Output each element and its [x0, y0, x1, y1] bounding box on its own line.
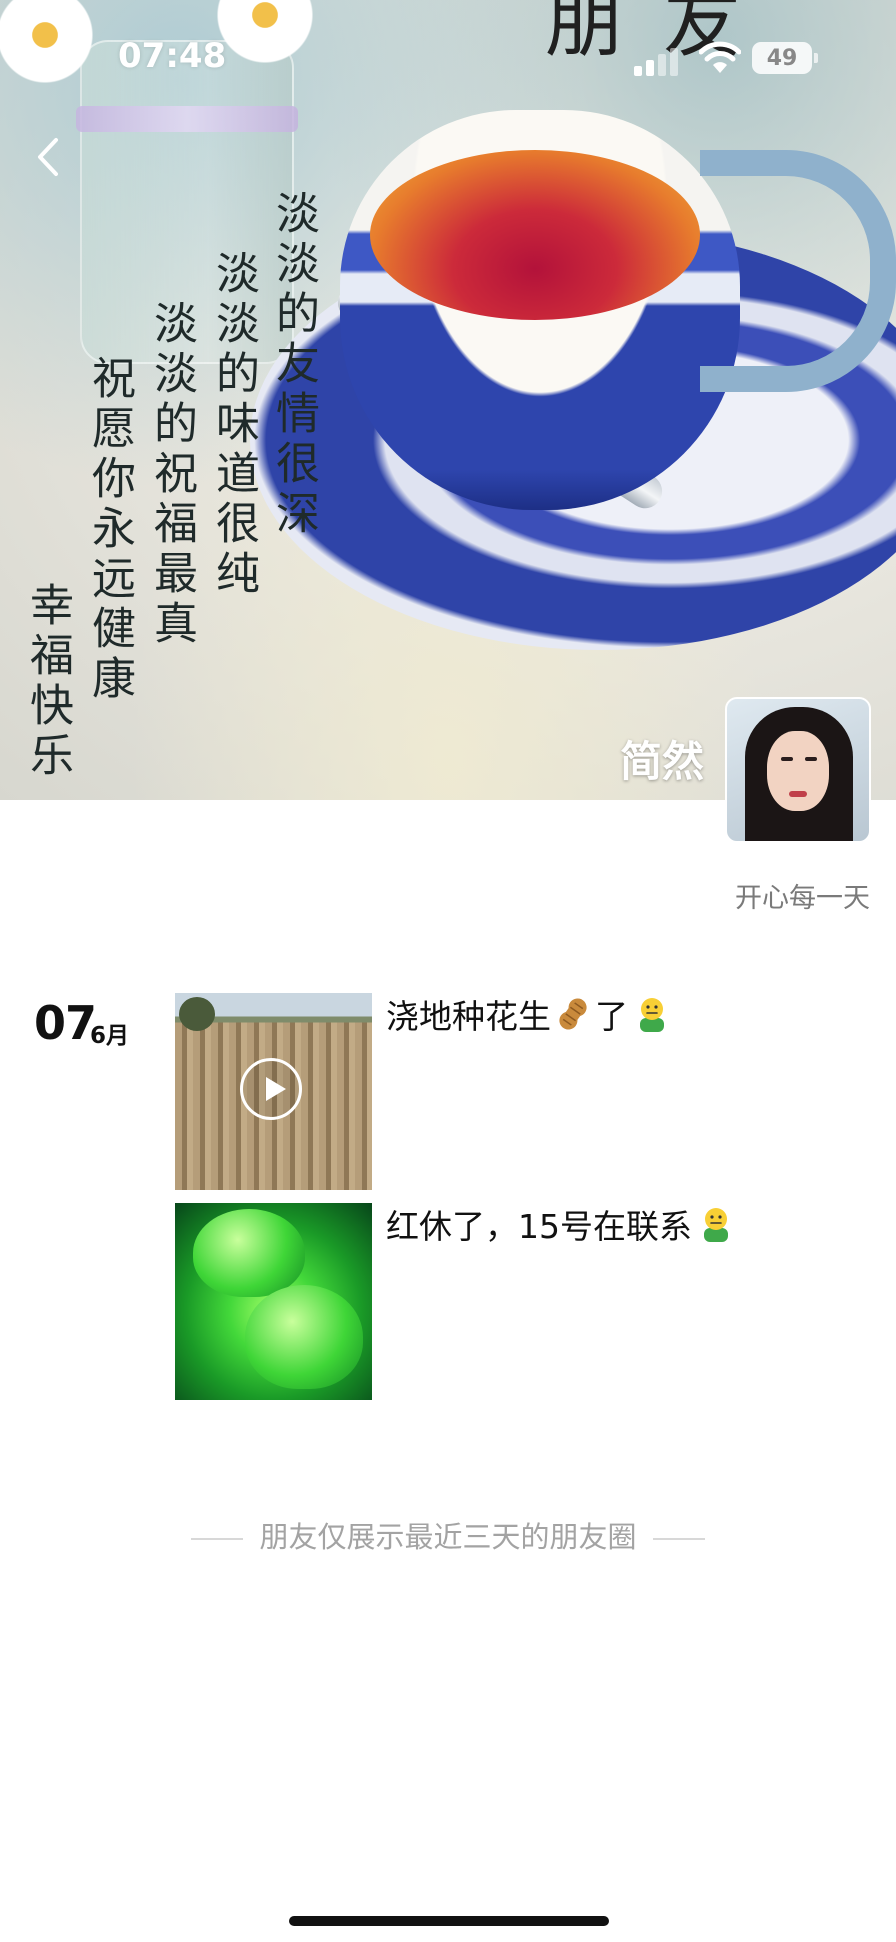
back-icon[interactable] [28, 132, 68, 182]
profile-nickname: 简然 [619, 737, 704, 786]
face-icon [640, 998, 664, 1032]
date-day: 07 [34, 996, 97, 1050]
poem-line: 祝愿你永远健康 [84, 355, 135, 705]
home-indicator[interactable] [289, 1916, 609, 1926]
post-text-body: 红休了，15号在联系 [386, 1207, 692, 1246]
face-icon [704, 1208, 728, 1242]
post-text[interactable]: 红休了，15号在联系 [386, 1200, 736, 1248]
wifi-icon [699, 41, 741, 73]
poem-line: 幸福快乐 [22, 582, 73, 782]
notice-text: 朋友仅展示最近三天的朋友圈 [259, 1520, 637, 1554]
feed-limit-notice: 朋友仅展示最近三天的朋友圈 [0, 1514, 896, 1556]
poem-line: 淡淡的味道很纯 [208, 250, 259, 600]
divider-line [652, 1538, 705, 1540]
play-icon [240, 1058, 302, 1120]
poem-line: 淡淡的友情很深 [268, 190, 319, 540]
profile-signature: 开心每一天 [735, 883, 870, 914]
cellular-signal-icon [634, 46, 682, 76]
battery-level: 49 [766, 45, 798, 71]
post-text-before: 浇地种花生 [386, 997, 551, 1036]
peanut-icon [559, 998, 587, 1030]
post-video-thumbnail[interactable] [175, 993, 372, 1190]
post-image-thumbnail[interactable] [175, 1203, 372, 1400]
poem-line: 淡淡的祝福最真 [146, 300, 197, 650]
date-month: 6月 [90, 1023, 130, 1049]
divider-line [191, 1538, 244, 1540]
post-text[interactable]: 浇地种花生 了 [386, 990, 672, 1038]
tea [370, 150, 700, 320]
status-time: 07:48 [118, 36, 227, 76]
cover-image[interactable]: 朋友 淡淡的友情很深 淡淡的味道很纯 淡淡的祝福最真 祝愿你永远健康 幸福快乐 [0, 0, 896, 800]
post-text-after: 了 [595, 997, 628, 1036]
avatar[interactable] [725, 697, 871, 843]
cup-handle [700, 150, 896, 392]
battery-icon: 49 [752, 42, 818, 74]
